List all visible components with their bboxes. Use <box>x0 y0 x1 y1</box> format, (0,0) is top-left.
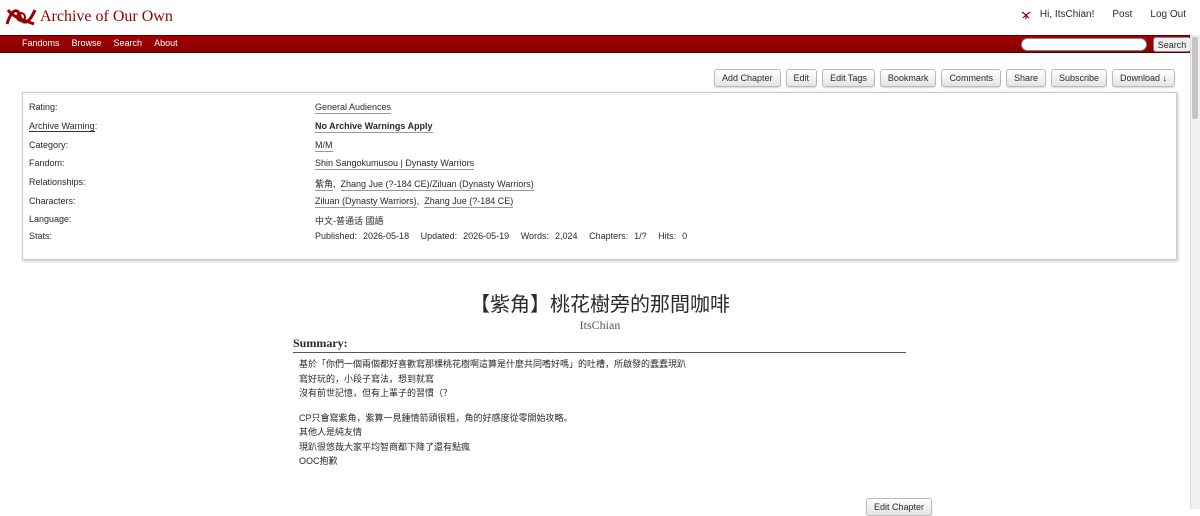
nav-item-fandoms[interactable]: Fandoms <box>22 38 60 48</box>
updated-value: 2026-05-19 <box>463 231 510 241</box>
summary-line: 其他人是純友情 <box>299 427 363 437</box>
share-button[interactable]: Share <box>1005 69 1046 87</box>
warning-label-wrap: Archive Warning: <box>29 121 98 132</box>
character-tag[interactable]: Zhang Jue (?-184 CE) <box>424 196 514 208</box>
nav-item-search[interactable]: Search <box>114 38 143 48</box>
chapters-value: 1/? <box>634 231 647 241</box>
chapters-label: Chapters: <box>589 231 629 241</box>
summary-line: CP只會寫紫角，紫算一見鍾情箭頭很粗，角的好感度從零開始攻略。 <box>299 412 573 423</box>
work-actions: Add Chapter Edit Edit Tags Bookmark Comm… <box>714 69 1180 87</box>
stats-values: Published: 2026-05-18 Updated: 2026-05-19 … <box>315 231 696 241</box>
rating-label: Rating: <box>29 102 58 112</box>
greeting-text[interactable]: Hi, ItsChian! <box>1040 9 1094 20</box>
language-label: Language: <box>29 214 72 224</box>
hits-label: Hits: <box>658 231 677 241</box>
download-button[interactable]: Download ↓ <box>1112 69 1176 87</box>
character-tag[interactable]: Ziluan (Dynasty Warriors) <box>315 196 417 208</box>
nav-item-about[interactable]: About <box>154 38 178 48</box>
work-author[interactable]: ItsChian <box>0 318 1200 333</box>
post-link[interactable]: Post <box>1112 9 1132 20</box>
work-title: 【紫角】桃花樹旁的那間咖啡 <box>470 292 730 316</box>
stats-label: Stats: <box>29 231 53 241</box>
summary-line: 沒有前世記憶，但有上輩子的習慣（？ <box>299 388 453 398</box>
primary-navigation: Fandoms Browse Search About Search <box>0 35 1191 53</box>
fandom-label: Fandom: <box>29 158 65 168</box>
category-label: Category: <box>29 140 69 150</box>
rating-tag[interactable]: General Audiences <box>315 102 392 114</box>
updated-label: Updated: <box>420 231 458 241</box>
language-value: 中文-普通话 國語 <box>315 216 384 226</box>
summary-paragraph-gap <box>299 401 686 411</box>
summary-text: 基於「你們一個兩個都好喜歡寫那棵桃花樹啊這算是什麼共同嗜好嗎」的吐槽，所啟發的蠢… <box>299 357 686 469</box>
relationships-list: 紫角, Zhang Jue (?-184 CE)/Ziluan (Dynasty… <box>315 179 534 191</box>
greeting[interactable]: Hi, ItsChian! <box>1021 9 1094 20</box>
hits-value: 0 <box>682 231 688 241</box>
relationship-tag[interactable]: 紫角 <box>315 179 334 191</box>
relationships-label: Relationships: <box>29 177 86 187</box>
words-value: 2,024 <box>555 231 578 241</box>
summary-line: 寫好玩的，小段子寫法，想到就寫 <box>299 373 435 384</box>
published-value: 2026-05-18 <box>363 231 410 241</box>
search-input[interactable] <box>1021 38 1147 51</box>
summary-line: 基於「你們一個兩個都好喜歡寫那棵桃花樹啊這算是什麼共同嗜好嗎」的吐槽，所啟發的蠢… <box>299 359 687 369</box>
scrollbar-thumb[interactable] <box>1192 37 1198 119</box>
characters-label: Characters: <box>29 196 76 206</box>
user-navigation: Hi, ItsChian! Post Log Out <box>1021 9 1186 20</box>
fandom-tag[interactable]: Shin Sangokumusou | Dynasty Warriors <box>315 158 475 170</box>
edit-button[interactable]: Edit <box>785 69 818 87</box>
logout-link[interactable]: Log Out <box>1150 9 1186 20</box>
subscribe-button[interactable]: Subscribe <box>1050 69 1108 87</box>
words-label: Words: <box>520 231 550 241</box>
category-tag[interactable]: M/M <box>315 140 333 152</box>
comments-button[interactable]: Comments <box>941 69 1001 87</box>
warning-label[interactable]: Archive Warning <box>29 121 95 132</box>
relationship-tag[interactable]: Zhang Jue (?-184 CE)/Ziluan (Dynasty War… <box>340 179 534 191</box>
edit-tags-button[interactable]: Edit Tags <box>822 69 875 87</box>
warning-colon: : <box>94 121 98 131</box>
work-meta: Rating: General Audiences Archive Warnin… <box>22 92 1177 260</box>
characters-list: Ziluan (Dynasty Warriors), Zhang Jue (?-… <box>315 196 514 208</box>
bookmark-button[interactable]: Bookmark <box>879 69 937 87</box>
search-button[interactable]: Search <box>1153 37 1191 52</box>
site-header: Archive of Our Own Hi, ItsChian! Post Lo… <box>0 0 1200 35</box>
warning-tag[interactable]: No Archive Warnings Apply <box>315 121 433 133</box>
edit-chapter-button[interactable]: Edit Chapter <box>866 498 933 516</box>
ao3-logo-icon[interactable] <box>4 4 38 30</box>
published-label: Published: <box>315 231 358 241</box>
nav-item-browse[interactable]: Browse <box>72 38 102 48</box>
nav-menu: Fandoms Browse Search About <box>16 38 184 48</box>
summary-heading: Summary: <box>293 336 906 353</box>
site-title[interactable]: Archive of Our Own <box>40 8 173 26</box>
summary-line: OOC抱歉 <box>299 456 338 466</box>
summary-line: 現趴很悠哉大家平均智商都下降了還有點瘋 <box>299 441 471 452</box>
user-icon <box>1021 11 1031 19</box>
add-chapter-button[interactable]: Add Chapter <box>714 69 781 87</box>
